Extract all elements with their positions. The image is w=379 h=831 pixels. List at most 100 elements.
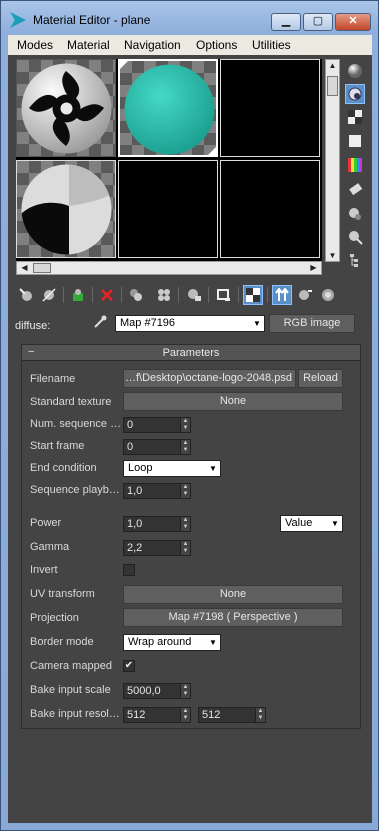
assign-material-icon[interactable]: [68, 285, 88, 305]
invert-label: Invert: [30, 564, 58, 576]
maximize-icon[interactable]: ▢: [303, 13, 333, 31]
toolbar-divider: [121, 287, 122, 303]
map-name-value: Map #7196: [120, 317, 176, 329]
num-sequence-spinner[interactable]: 0 ▲ ▼: [123, 417, 191, 433]
material-editor-window: Material Editor - plane ▁ ▢ ✕ Modes Mate…: [0, 0, 379, 831]
scroll-right-icon[interactable]: ▶: [307, 263, 320, 272]
in-scene-marker-icon: [208, 147, 216, 155]
bake-resolution-height-spinner[interactable]: 512 ▲ ▼: [198, 707, 266, 723]
reset-map-icon[interactable]: [97, 285, 117, 305]
sample-slots-vertical-scrollbar[interactable]: ▲ ▼: [325, 59, 340, 262]
select-by-material-icon[interactable]: [345, 227, 365, 247]
reload-button[interactable]: Reload: [298, 369, 343, 388]
bake-input-scale-label: Bake input scale: [30, 684, 111, 696]
make-unique-icon[interactable]: [154, 285, 174, 305]
num-sequence-value: 0: [127, 419, 134, 431]
border-mode-label: Border mode: [30, 636, 94, 648]
toolbar-divider: [238, 287, 239, 303]
standard-texture-label: Standard texture: [30, 396, 112, 408]
power-spinner[interactable]: 1,0 ▲ ▼: [123, 516, 191, 532]
start-frame-spinner[interactable]: 0 ▲ ▼: [123, 439, 191, 455]
sample-uv-tiling-icon[interactable]: [345, 131, 365, 151]
rollout-header[interactable]: − Parameters: [22, 345, 360, 361]
options-icon[interactable]: [345, 203, 365, 223]
gamma-spinner[interactable]: 2,2 ▲ ▼: [123, 540, 191, 556]
teal-material-sphere: [124, 64, 215, 155]
menu-navigation[interactable]: Navigation: [124, 38, 181, 52]
bake-resolution-width-spinner[interactable]: 512 ▲ ▼: [123, 707, 191, 723]
map-type-button[interactable]: RGB image: [269, 314, 355, 333]
sample-slot-5[interactable]: [118, 160, 218, 258]
video-color-check-icon[interactable]: [345, 155, 365, 175]
sample-slots-horizontal-scrollbar[interactable]: ◀ ▶: [16, 261, 322, 275]
rollout-title: Parameters: [162, 347, 220, 359]
power-mode-select[interactable]: Value ▼: [280, 515, 343, 532]
close-icon[interactable]: ✕: [335, 13, 371, 31]
bake-input-scale-spinner[interactable]: 5000,0 ▲ ▼: [123, 683, 191, 699]
go-forward-to-sibling-icon[interactable]: [318, 285, 338, 305]
chevron-down-icon: ▼: [209, 638, 217, 647]
filename-button[interactable]: …f\Desktop\octane-logo-2048.psd: [123, 369, 296, 388]
toolbar-divider: [178, 287, 179, 303]
end-condition-label: End condition: [30, 462, 97, 474]
sample-slot-2[interactable]: [118, 59, 218, 157]
background-checker-icon[interactable]: [345, 107, 365, 127]
menu-modes[interactable]: Modes: [17, 38, 53, 52]
backlight-icon[interactable]: [345, 84, 365, 104]
sample-slot-3[interactable]: [220, 59, 320, 157]
map-name-selector[interactable]: Map #7196 ▼: [115, 315, 265, 332]
put-to-library-icon[interactable]: [184, 285, 204, 305]
put-material-to-scene-icon[interactable]: [39, 285, 59, 305]
end-condition-select[interactable]: Loop ▼: [123, 460, 221, 477]
octane-logo-sphere: [21, 63, 112, 154]
spinner-arrows-icon[interactable]: ▲ ▼: [180, 418, 190, 432]
filename-label: Filename: [30, 373, 76, 385]
spinner-arrows-icon[interactable]: ▲ ▼: [180, 484, 190, 498]
chevron-down-icon: ▼: [331, 519, 339, 528]
invert-checkbox[interactable]: [123, 564, 135, 576]
spinner-arrows-icon[interactable]: ▲ ▼: [180, 440, 190, 454]
minimize-icon[interactable]: ▁: [271, 13, 301, 31]
make-preview-icon[interactable]: [345, 179, 365, 199]
spinner-arrows-icon[interactable]: ▲ ▼: [255, 708, 265, 722]
border-mode-value: Wrap around: [128, 636, 192, 648]
scrollbar-thumb[interactable]: [33, 263, 51, 273]
material-map-navigator-icon[interactable]: [345, 251, 365, 271]
material-id-channel-icon[interactable]: [214, 285, 234, 305]
window-title: Material Editor - plane: [33, 13, 151, 27]
spinner-arrows-icon[interactable]: ▲ ▼: [180, 684, 190, 698]
projection-button[interactable]: Map #7198 ( Perspective ): [123, 608, 343, 627]
menu-utilities[interactable]: Utilities: [252, 38, 291, 52]
sample-slot-6[interactable]: [220, 160, 320, 258]
pick-from-object-icon[interactable]: [90, 312, 110, 332]
spinner-arrows-icon[interactable]: ▲ ▼: [180, 541, 190, 555]
show-shaded-material-icon[interactable]: [243, 285, 263, 305]
camera-mapped-checkbox[interactable]: ✔: [123, 660, 135, 672]
copy-material-icon[interactable]: [126, 285, 146, 305]
scroll-left-icon[interactable]: ◀: [18, 263, 31, 272]
sample-type-sphere-icon[interactable]: [345, 61, 365, 81]
sequence-playback-spinner[interactable]: 1,0 ▲ ▼: [123, 483, 191, 499]
spinner-arrows-icon[interactable]: ▲ ▼: [180, 708, 190, 722]
menu-options[interactable]: Options: [196, 38, 237, 52]
standard-texture-button[interactable]: None: [123, 392, 343, 411]
get-material-icon[interactable]: [16, 285, 36, 305]
menu-material[interactable]: Material: [67, 38, 110, 52]
border-mode-select[interactable]: Wrap around ▼: [123, 634, 221, 651]
bake-resolution-width-value: 512: [127, 709, 146, 721]
camera-mapped-label: Camera mapped: [30, 660, 112, 672]
sample-slot-1[interactable]: [16, 59, 116, 157]
show-end-result-icon[interactable]: [272, 285, 292, 305]
sequence-playback-label: Sequence playb…: [30, 484, 120, 496]
uv-transform-button[interactable]: None: [123, 585, 343, 604]
scroll-down-icon[interactable]: ▼: [326, 251, 339, 260]
title-bar[interactable]: Material Editor - plane ▁ ▢ ✕: [1, 1, 378, 35]
toolbar-divider: [63, 287, 64, 303]
checker-map-sphere: [21, 164, 112, 255]
scroll-up-icon[interactable]: ▲: [326, 61, 339, 70]
go-to-parent-icon[interactable]: [295, 285, 315, 305]
sample-slot-4[interactable]: [16, 160, 116, 258]
bake-input-scale-value: 5000,0: [127, 685, 161, 697]
scrollbar-thumb[interactable]: [327, 76, 338, 96]
spinner-arrows-icon[interactable]: ▲ ▼: [180, 517, 190, 531]
